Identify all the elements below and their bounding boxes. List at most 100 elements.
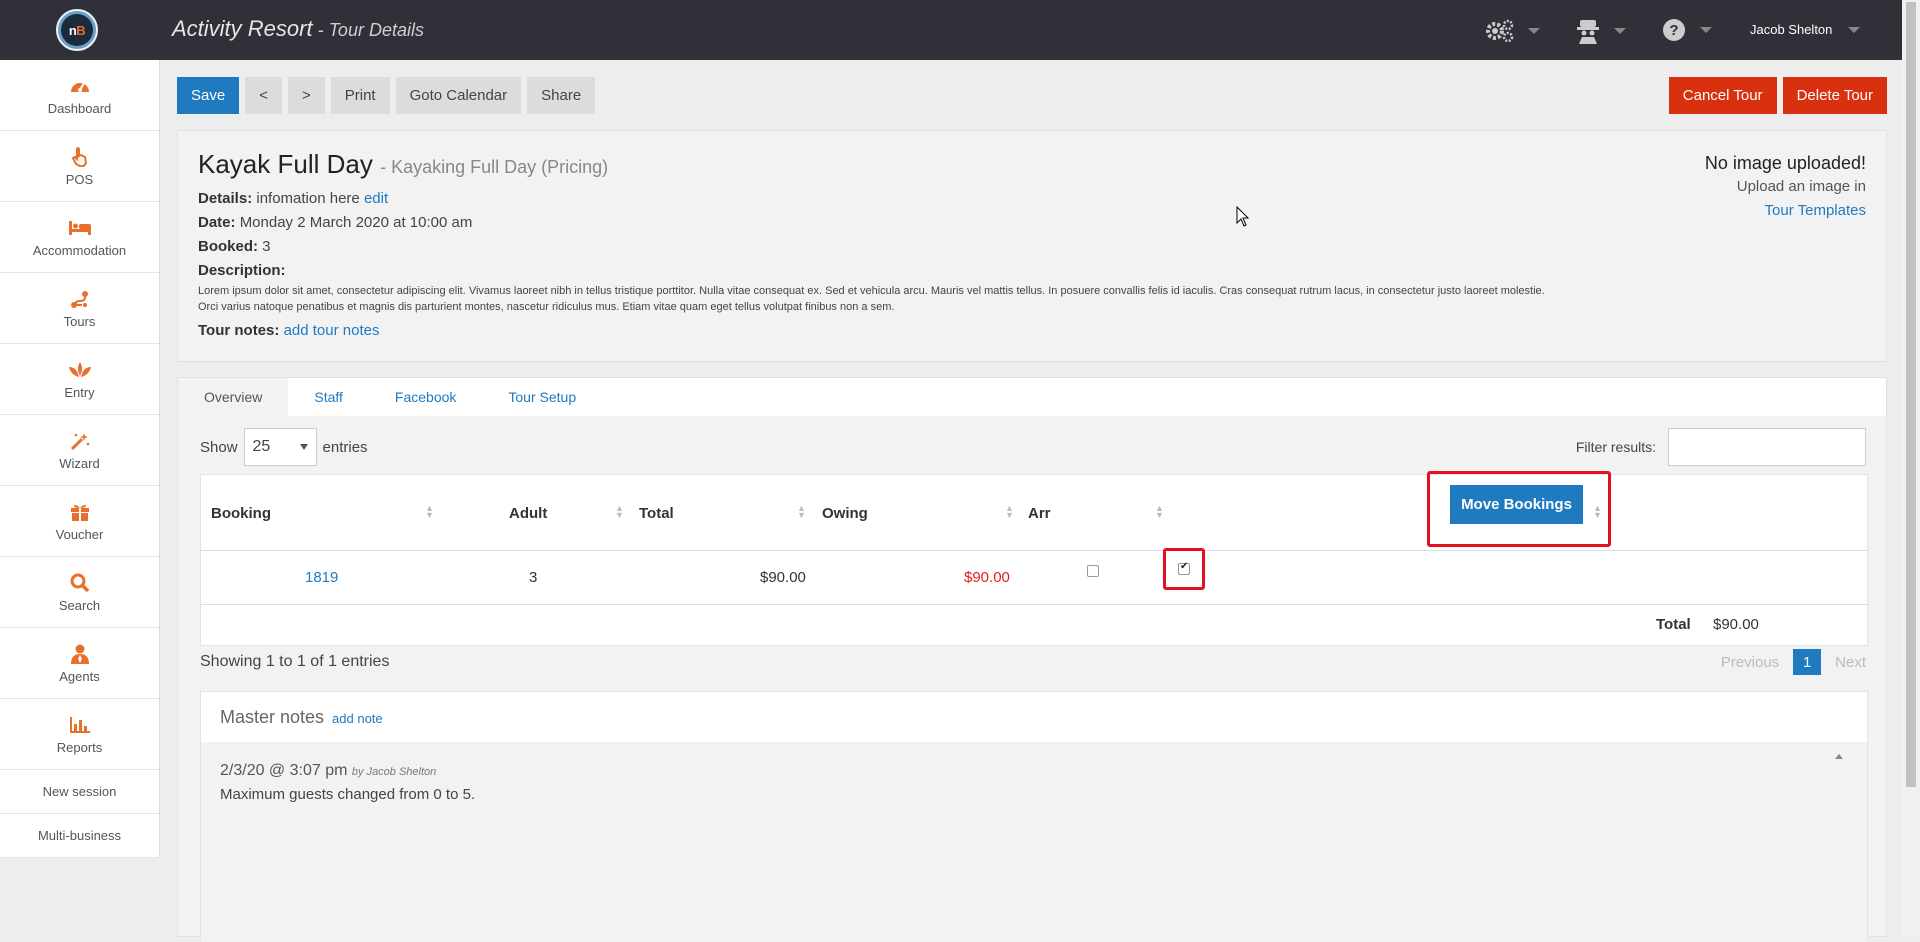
sidebar-item-label: Reports	[56, 739, 103, 755]
sidebar-item-label: Entry	[64, 384, 95, 400]
cancel-tour-button[interactable]: Cancel Tour	[1668, 77, 1777, 114]
tab-bar: Overview Staff Facebook Tour Setup	[178, 378, 1886, 416]
chevron-down-icon	[1700, 27, 1712, 33]
add-tour-notes-link[interactable]: add tour notes	[284, 322, 380, 339]
filter-input[interactable]	[1668, 428, 1866, 466]
pagination: Previous 1 Next	[1721, 649, 1866, 675]
page-scrollbar[interactable]	[1902, 0, 1920, 937]
route-icon	[70, 288, 90, 310]
booking-link[interactable]: 1819	[305, 569, 338, 586]
add-note-link[interactable]: add note	[332, 711, 383, 726]
bed-icon	[68, 217, 91, 239]
sidebar-item-dashboard[interactable]: Dashboard	[0, 60, 159, 131]
sort-icon[interactable]: ▲ ▼	[615, 504, 624, 520]
footer-total-label: Total	[1656, 616, 1691, 633]
column-header-arr[interactable]: Arr	[1028, 505, 1051, 522]
sort-icon[interactable]: ▲ ▼	[1005, 504, 1014, 520]
tab-facebook[interactable]: Facebook	[369, 378, 482, 416]
top-bar: nB Activity Resort - Tour Details ? Jaco…	[0, 0, 1902, 60]
save-button[interactable]: Save	[177, 77, 240, 114]
search-icon	[70, 572, 90, 594]
app-logo[interactable]: nB	[56, 9, 98, 51]
sort-icon[interactable]: ▲ ▼	[425, 504, 434, 520]
sidebar-item-search[interactable]: Search	[0, 557, 159, 628]
move-bookings-button[interactable]: Move Bookings	[1450, 485, 1583, 524]
tour-main-panel: Overview Staff Facebook Tour Setup Show …	[177, 377, 1887, 942]
sidebar-item-agents[interactable]: Agents	[0, 628, 159, 699]
tour-pricing: - Kayaking Full Day (Pricing)	[380, 157, 609, 177]
sidebar-item-reports[interactable]: Reports	[0, 699, 159, 770]
sidebar-item-entry[interactable]: Entry	[0, 344, 159, 415]
table-info: Showing 1 to 1 of 1 entries	[200, 653, 390, 670]
mouse-cursor-icon	[1236, 206, 1250, 227]
master-notes-title: Master notes	[220, 706, 325, 727]
settings-menu[interactable]	[1484, 18, 1540, 44]
sidebar-item-wizard[interactable]: Wizard	[0, 415, 159, 486]
scrollbar-thumb[interactable]	[1906, 2, 1916, 787]
tour-templates-link[interactable]: Tour Templates	[1765, 202, 1866, 219]
page-size-select[interactable]: 25	[243, 428, 317, 466]
no-image-title: No image uploaded!	[1704, 153, 1866, 173]
sidebar-item-label: POS	[65, 171, 94, 187]
notes-scrollbar[interactable]	[1833, 748, 1845, 938]
sidebar-item-accommodation[interactable]: Accommodation	[0, 202, 159, 273]
page-title: Activity Resort - Tour Details	[172, 16, 424, 42]
description-label: Description:	[198, 262, 286, 279]
pagination-next[interactable]: Next	[1835, 654, 1866, 671]
svg-text:?: ?	[1669, 22, 1678, 39]
sidebar-item-label: Agents	[59, 668, 100, 684]
sidebar-item-pos[interactable]: POS	[0, 131, 159, 202]
note-date: 2/3/20 @ 3:07 pm	[220, 762, 348, 779]
multi-business-link[interactable]: Multi-business	[0, 814, 159, 858]
pagination-previous[interactable]: Previous	[1721, 654, 1779, 671]
tour-notes-label: Tour notes:	[198, 322, 280, 339]
column-header-booking[interactable]: Booking	[211, 505, 271, 522]
tab-overview[interactable]: Overview	[178, 378, 289, 416]
scroll-up-icon[interactable]	[1835, 754, 1843, 759]
sidebar-item-label: Search	[58, 597, 101, 613]
sidebar-item-label: Accommodation	[32, 242, 127, 258]
tab-tour-setup[interactable]: Tour Setup	[482, 378, 602, 416]
column-header-owing[interactable]: Owing	[822, 505, 868, 522]
pagination-page[interactable]: 1	[1793, 649, 1822, 675]
spy-icon	[1577, 20, 1599, 44]
user-menu[interactable]: Jacob Shelton	[1750, 22, 1861, 37]
sidebar-item-tours[interactable]: Tours	[0, 273, 159, 344]
sort-icon[interactable]: ▲ ▼	[797, 504, 806, 520]
new-session-link[interactable]: New session	[0, 770, 159, 814]
table-footer: Total $90.00	[201, 605, 1867, 645]
previous-tour-button[interactable]: <	[245, 77, 282, 114]
sidebar-item-label: Voucher	[55, 526, 104, 542]
magic-wand-icon	[70, 430, 90, 452]
sidebar-item-label: Wizard	[59, 455, 100, 471]
column-header-total[interactable]: Total	[639, 505, 674, 522]
lotus-icon	[68, 359, 91, 381]
next-tour-button[interactable]: >	[287, 77, 325, 114]
note-timestamp: 2/3/20 @ 3:07 pm by Jacob Shelton	[220, 762, 1848, 780]
sidebar-item-label: Dashboard	[47, 100, 112, 116]
master-notes-header: Master notes add note	[201, 692, 1867, 742]
goto-calendar-button[interactable]: Goto Calendar	[395, 77, 522, 114]
agent-menu[interactable]	[1576, 18, 1626, 44]
tab-staff[interactable]: Staff	[288, 378, 369, 416]
footer-total-value: $90.00	[1713, 616, 1759, 633]
booked-line: Booked: 3	[198, 238, 271, 255]
bookings-table: Booking ▲ ▼ Adult ▲ ▼ Total ▲ ▼ Owing ▲ ▼ Ar…	[200, 471, 1868, 646]
select-booking-checkbox[interactable]	[1178, 561, 1190, 575]
help-menu[interactable]: ?	[1662, 18, 1712, 42]
delete-tour-button[interactable]: Delete Tour	[1782, 77, 1887, 114]
column-header-adult[interactable]: Adult	[509, 505, 547, 522]
gears-icon	[1486, 19, 1514, 43]
sidebar-item-voucher[interactable]: Voucher	[0, 486, 159, 557]
arrived-checkbox[interactable]	[1087, 565, 1099, 577]
print-button[interactable]: Print	[330, 77, 390, 114]
chevron-down-icon	[299, 444, 308, 450]
tour-details-panel: Kayak Full Day - Kayaking Full Day (Pric…	[177, 130, 1887, 362]
share-button[interactable]: Share	[527, 77, 596, 114]
user-name: Jacob Shelton	[1750, 22, 1833, 37]
app-name: Activity Resort	[172, 16, 313, 41]
owing-cell: $90.00	[964, 569, 1010, 586]
table-row[interactable]: 1819 3 $90.00 $90.00	[201, 548, 1867, 605]
details-edit-link[interactable]: edit	[364, 190, 388, 207]
sort-icon[interactable]: ▲ ▼	[1155, 504, 1164, 520]
